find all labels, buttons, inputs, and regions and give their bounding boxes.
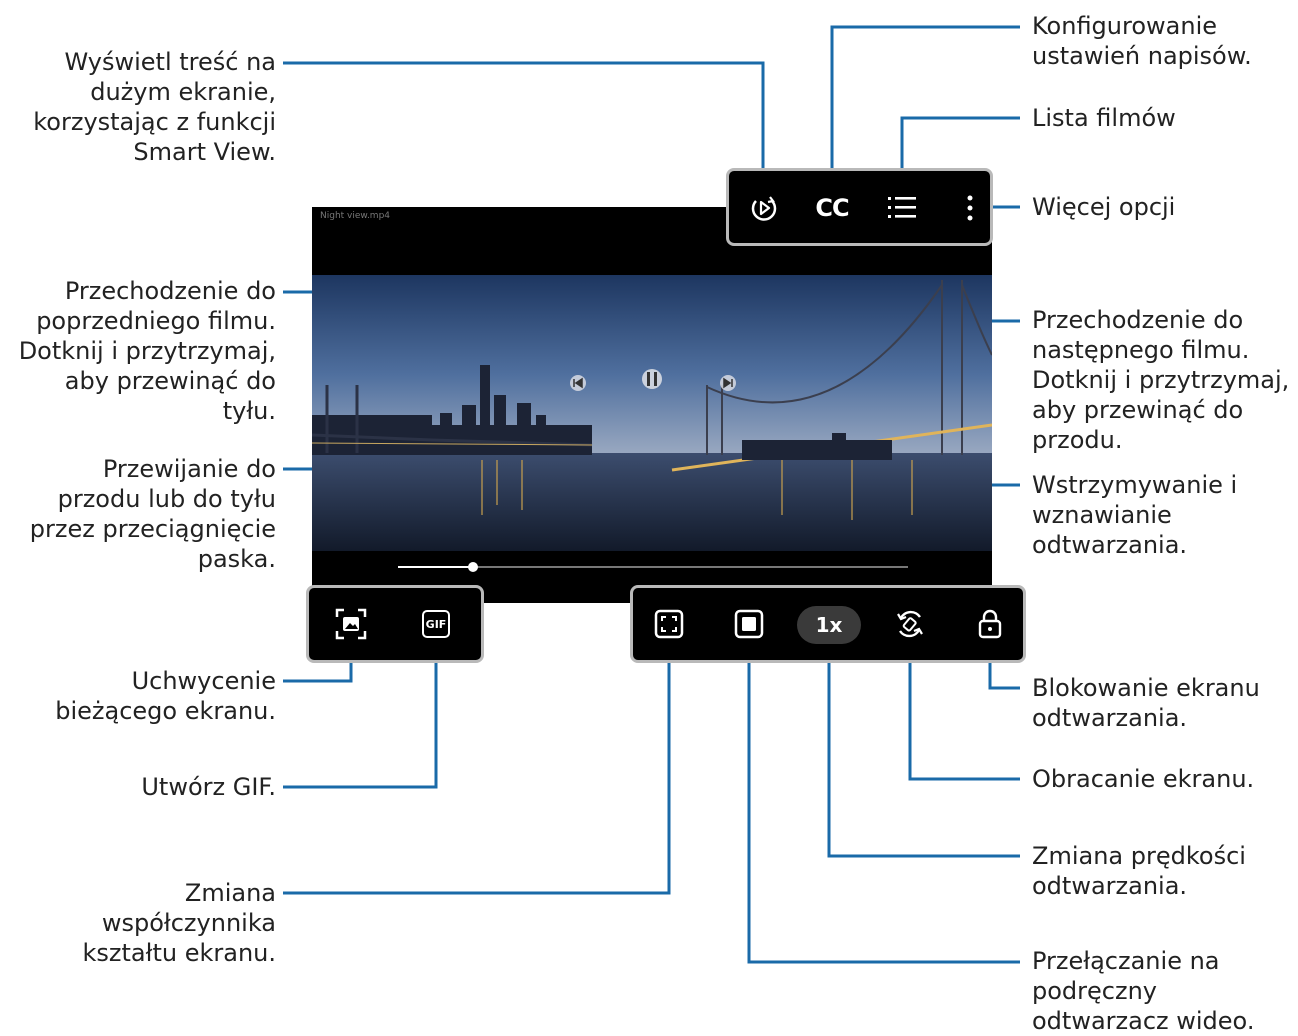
callout-more-options: Więcej opcji [1032,193,1176,221]
leader-smart-view [283,61,765,186]
video-player[interactable]: Night view.mp4 [312,207,992,603]
rotate-screen-button[interactable] [890,604,930,644]
lock-icon [978,609,1002,639]
leader-gif [283,660,438,789]
callout-previous: Przechodzenie do poprzedniego filmu. Dotkn… [18,277,276,425]
callout-video-list: Lista filmów [1032,104,1176,132]
list-icon [888,197,916,218]
leader-capture [283,660,353,683]
next-icon [720,375,736,391]
video-title: Night view.mp4 [320,211,391,221]
progress-filled [398,566,473,568]
leader-rotate [908,660,1020,781]
lock-button[interactable] [970,604,1010,644]
callout-capture: Uchwycenie bieżącego ekranu. [55,667,276,725]
pause-icon [642,369,662,389]
callout-rotate: Obracanie ekranu. [1032,765,1255,793]
playback-speed-button[interactable]: 1x [797,606,861,644]
leader-popup [747,660,1020,964]
subtitles-button[interactable]: CC [810,188,854,228]
more-options-button[interactable] [955,188,985,228]
capture-icon [335,608,367,640]
smart-view-button[interactable] [744,188,784,228]
callout-pause: Wstrzymywanie i wznawianie odtwarzania. [1032,471,1238,559]
callout-smart-view: Wyświetl treść na dużym ekranie, korzystaj… [33,48,276,166]
more-vert-icon [967,195,973,221]
aspect-ratio-button[interactable] [649,604,689,644]
rotate-icon [897,610,923,638]
callout-gif: Utwórz GIF. [141,773,276,801]
video-frame [312,275,992,551]
video-list-button[interactable] [882,188,922,228]
callout-lock: Blokowanie ekranu odtwarzania. [1032,674,1260,732]
callout-popup: Przełączanie na podręczny odtwarzacz wideo… [1032,947,1255,1035]
callout-subtitles: Konfigurowanie ustawień napisów. [1032,12,1252,70]
capture-button[interactable] [331,604,371,644]
callout-seek: Przewijanie do przodu lub do tyłu przez pr… [29,455,276,573]
gif-button[interactable]: GIF [416,604,456,644]
popup-player-icon [734,609,764,639]
leader-ratio [283,660,671,895]
callout-next: Przechodzenie do następnego filmu. Dotknij… [1032,306,1290,454]
leader-speed [827,660,1020,858]
leader-subtitles [830,25,1020,186]
cc-icon: CC [815,194,849,222]
smart-view-icon [751,196,777,221]
callout-ratio: Zmiana współczynnika kształtu ekranu. [82,879,276,967]
popup-player-button[interactable] [729,604,769,644]
leader-lock [988,660,1020,690]
aspect-ratio-icon [654,609,684,639]
previous-icon [570,375,586,391]
progress-thumb[interactable] [468,562,478,572]
gif-icon: GIF [422,610,450,638]
callout-speed: Zmiana prędkości odtwarzania. [1032,842,1246,900]
